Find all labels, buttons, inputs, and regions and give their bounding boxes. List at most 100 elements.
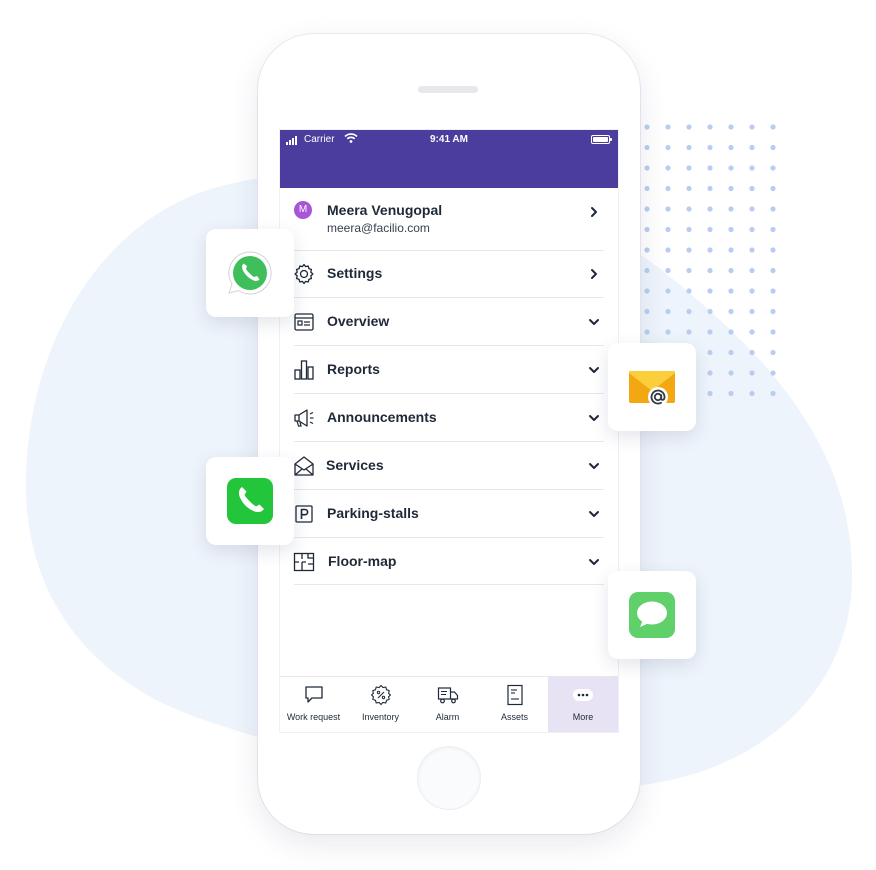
decor-dot: [707, 349, 713, 356]
chevron-down-icon: [589, 463, 599, 469]
decor-dot: [707, 124, 713, 130]
decor-dot: [749, 185, 755, 192]
profile-email: meera@facilio.com: [327, 221, 430, 235]
decor-dot: [665, 185, 671, 192]
tab-alarm[interactable]: Alarm: [414, 677, 481, 732]
decor-dot: [665, 329, 671, 335]
decor-dot: [644, 288, 650, 294]
floor-plan-icon: [293, 552, 315, 572]
decor-dot: [770, 165, 776, 171]
menu-item-reports[interactable]: Reports: [280, 346, 618, 393]
avatar: M: [294, 201, 312, 219]
decor-dot: [644, 247, 650, 253]
divider: [294, 584, 604, 585]
decor-dot: [707, 206, 713, 212]
phone-screen: Carrier 9:41 AM M Meera Venugopal meera@…: [280, 130, 618, 732]
phone-app-card[interactable]: [206, 457, 294, 545]
decor-dot: [665, 206, 671, 212]
decor-dot: [665, 308, 671, 315]
decor-dot: [644, 185, 650, 192]
decor-dot: [686, 226, 692, 233]
decor-dot: [707, 226, 713, 233]
decor-dot: [665, 267, 671, 274]
decor-dot: [644, 226, 650, 233]
decor-dot: [770, 349, 776, 356]
decor-dot: [728, 165, 734, 171]
phone-icon: [227, 478, 273, 524]
tab-label: More: [572, 712, 594, 722]
decor-dot: [644, 144, 650, 151]
tab-label: Alarm: [435, 712, 460, 722]
status-bar: Carrier 9:41 AM: [280, 130, 618, 188]
decor-dot: [686, 329, 692, 335]
bar-chart-icon: [294, 360, 314, 380]
chevron-down-icon: [589, 511, 599, 517]
decor-dot: [770, 124, 776, 130]
tab-assets[interactable]: Assets: [481, 677, 548, 732]
decor-dot: [770, 226, 776, 233]
profile-name: Meera Venugopal: [327, 202, 443, 218]
decor-dot: [707, 329, 713, 335]
decor-dot: [707, 288, 713, 294]
menu-item-services[interactable]: Services: [280, 442, 618, 489]
decor-dot: [749, 267, 755, 274]
tab-work-request[interactable]: Work request: [280, 677, 347, 732]
menu-item-parking-stalls[interactable]: Parking-stalls: [280, 490, 618, 537]
menu-item-label: Reports: [327, 361, 380, 377]
decor-dot: [770, 206, 776, 212]
decor-dot: [728, 267, 734, 274]
decor-dot: [644, 329, 650, 335]
decor-dot: [749, 144, 755, 151]
decor-dot: [644, 267, 650, 274]
decor-dot: [728, 288, 734, 294]
clock: 9:41 AM: [430, 134, 468, 145]
menu-item-settings[interactable]: Settings: [280, 250, 618, 297]
decor-dot: [749, 390, 755, 397]
decor-dot: [665, 124, 671, 130]
chevron-down-icon: [589, 319, 599, 325]
decor-dot: [749, 308, 755, 315]
chevron-down-icon: [589, 559, 599, 565]
decor-dot: [686, 144, 692, 151]
decor-dot: [665, 247, 671, 253]
more-dots-icon: [573, 689, 593, 701]
decor-dot: [770, 144, 776, 151]
decor-dot: [728, 144, 734, 151]
decor-dot: [728, 349, 734, 356]
envelope-open-icon: [294, 456, 314, 476]
profile-row[interactable]: M Meera Venugopal meera@facilio.com: [280, 188, 618, 250]
decor-dot: [686, 288, 692, 294]
chevron-down-icon: [589, 415, 599, 421]
menu-item-announcements[interactable]: Announcements: [280, 394, 618, 441]
menu-item-label: Floor-map: [328, 553, 397, 569]
megaphone-icon: [294, 409, 314, 427]
decor-dot: [770, 185, 776, 192]
decor-dot: [728, 185, 734, 192]
tab-more[interactable]: More: [548, 677, 618, 732]
whatsapp-icon: [228, 251, 272, 295]
whatsapp-card[interactable]: [206, 229, 294, 317]
decor-dot: [749, 370, 755, 376]
decor-dot: [728, 329, 734, 335]
decor-dot: [707, 165, 713, 171]
percent-badge-icon: [370, 684, 392, 706]
tab-inventory[interactable]: Inventory: [347, 677, 414, 732]
tab-label: Inventory: [361, 712, 400, 722]
dashboard-card-icon: [294, 313, 314, 331]
menu-item-floor-map[interactable]: Floor-map: [280, 538, 618, 585]
home-button[interactable]: [417, 746, 481, 810]
messages-card[interactable]: [608, 571, 696, 659]
chevron-down-icon: [589, 367, 599, 373]
decor-dot: [728, 247, 734, 253]
bottom-tab-bar: Work request Inventory Alarm Assets More: [280, 676, 618, 732]
decor-dot: [749, 226, 755, 233]
decor-dot: [707, 370, 713, 376]
decor-dot: [644, 124, 650, 130]
decor-dot: [728, 308, 734, 315]
menu-item-overview[interactable]: Overview: [280, 298, 618, 345]
decor-dot: [686, 165, 692, 171]
decor-dot: [665, 165, 671, 171]
email-card[interactable]: [608, 343, 696, 431]
decor-dot: [749, 288, 755, 294]
chat-bubble-icon: [305, 686, 323, 703]
